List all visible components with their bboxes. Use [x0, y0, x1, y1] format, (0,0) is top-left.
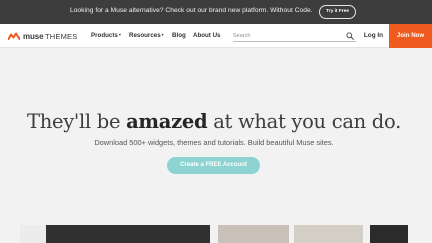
create-free-account-button[interactable]: Create a FREE Account — [167, 157, 260, 174]
musethemes-logo[interactable]: muse THEMES — [8, 30, 77, 42]
showcase-image[interactable] — [370, 225, 408, 243]
nav-about-us[interactable]: About Us — [193, 32, 221, 39]
chevron-down-icon: ▾ — [118, 32, 121, 37]
nav-blog[interactable]: Blog — [172, 32, 186, 39]
try-it-free-button[interactable]: Try it Free — [319, 5, 356, 19]
announcement-text: Looking for a Muse alternative? Check ou… — [70, 7, 313, 14]
showcase-image[interactable] — [294, 225, 363, 243]
search-input[interactable] — [233, 31, 341, 41]
nav-resources[interactable]: Resources▾ — [129, 32, 164, 39]
announcement-bar: Looking for a Muse alternative? Check ou… — [0, 0, 432, 24]
hero-subtitle: Download 500+ widgets, themes and tutori… — [94, 138, 334, 147]
hero-title: They'll be amazed at what you can do. — [0, 110, 428, 133]
showcase-image-edge — [20, 225, 46, 243]
showcase-image[interactable] — [20, 225, 210, 243]
nav-resources-label: Resources — [129, 32, 161, 39]
chevron-down-icon: ▾ — [161, 32, 164, 37]
showcase-image[interactable] — [218, 225, 289, 243]
search-icon[interactable] — [346, 32, 354, 40]
logo-text-themes: THEMES — [45, 31, 78, 41]
hero-title-start: They'll be — [27, 110, 127, 133]
login-link[interactable]: Log In — [358, 24, 389, 48]
search-box — [233, 30, 356, 42]
nav-products-label: Products — [91, 32, 118, 39]
hero-title-emphasis: amazed — [126, 110, 208, 133]
join-now-button[interactable]: Join Now — [389, 24, 432, 48]
logo-text-muse: muse — [23, 31, 44, 41]
muse-wave-logo-icon — [8, 32, 20, 40]
hero-title-end: at what you can do. — [207, 110, 401, 133]
nav-products[interactable]: Products▾ — [91, 32, 121, 39]
